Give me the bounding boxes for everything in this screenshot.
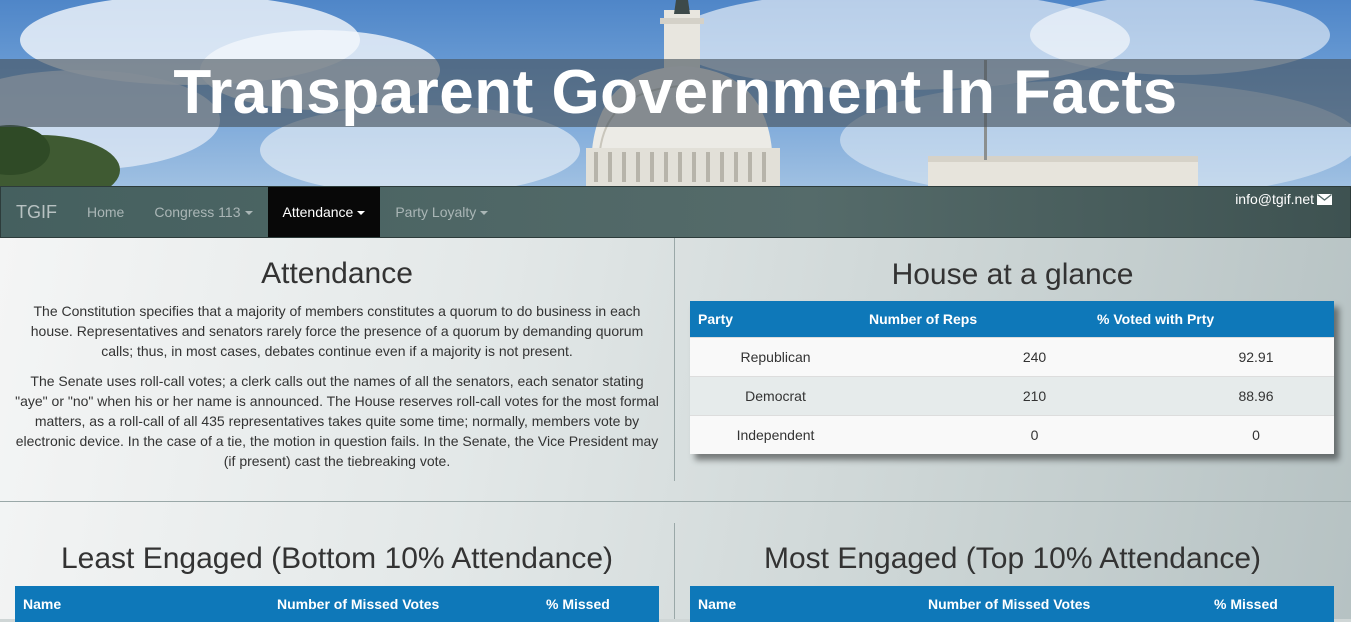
table-header-row: Name Number of Missed Votes % Missed (15, 586, 659, 622)
party-cell: Democrat (690, 376, 861, 416)
reps-cell: 210 (861, 376, 1089, 416)
chevron-down-icon (357, 211, 366, 216)
nav-congress-label: Congress 113 (154, 204, 241, 220)
pct-cell: 92.91 (1089, 337, 1334, 377)
column-header: Name (690, 586, 920, 622)
email-text: info@tgif.net (1235, 191, 1314, 207)
attendance-paragraph: The Senate uses roll-call votes; a clerk… (15, 373, 659, 469)
column-header: Number of Missed Votes (920, 586, 1206, 622)
chevron-down-icon (480, 211, 489, 216)
section-divider (0, 501, 1351, 502)
column-header: % Missed (538, 586, 659, 622)
attendance-paragraph: The Constitution specifies that a majori… (30, 303, 644, 359)
chevron-down-icon (244, 211, 253, 216)
nav-attendance-dropdown[interactable]: Attendance (267, 187, 381, 237)
column-header: % Missed (1206, 586, 1334, 622)
column-header: % Voted with Prty (1089, 301, 1334, 338)
table-row: Republican 240 92.91 (690, 337, 1334, 377)
pct-cell: 0 (1089, 415, 1334, 454)
nav-congress-dropdown[interactable]: Congress 113 (139, 187, 267, 237)
glance-table: Party Number of Reps % Voted with Prty R… (690, 301, 1334, 454)
nav-attendance-label: Attendance (282, 204, 354, 220)
header-banner: Transparent Government In Facts (0, 0, 1351, 186)
table-row: Independent 0 0 (690, 415, 1334, 454)
attendance-heading: Attendance (261, 257, 413, 290)
navbar: TGIF Home Congress 113 Attendance Party … (0, 186, 1351, 238)
least-engaged-heading: Least Engaged (Bottom 10% Attendance) (60, 542, 614, 575)
party-cell: Independent (690, 415, 861, 454)
column-header: Number of Reps (861, 301, 1089, 338)
column-header: Party (690, 301, 861, 338)
site-title: Transparent Government In Facts (173, 58, 1178, 127)
nav-party-loyalty-label: Party Loyalty (395, 204, 477, 220)
table-row: Democrat 210 88.96 (690, 376, 1334, 416)
party-cell: Republican (690, 337, 861, 377)
column-header: Name (15, 586, 269, 622)
least-engaged-table: Name Number of Missed Votes % Missed (15, 586, 659, 622)
glance-heading: House at a glance (891, 258, 1134, 291)
table-header-row: Name Number of Missed Votes % Missed (690, 586, 1334, 622)
column-header: Number of Missed Votes (269, 586, 538, 622)
most-engaged-heading: Most Engaged (Top 10% Attendance) (764, 542, 1261, 575)
envelope-icon (1317, 193, 1332, 205)
main-content: Attendance The Constitution specifies th… (0, 238, 1351, 622)
table-header-row: Party Number of Reps % Voted with Prty (690, 301, 1334, 338)
nav-party-loyalty-dropdown[interactable]: Party Loyalty (380, 187, 503, 237)
brand-link[interactable]: TGIF (1, 187, 72, 237)
reps-cell: 0 (861, 415, 1089, 454)
reps-cell: 240 (861, 337, 1089, 377)
pct-cell: 88.96 (1089, 376, 1334, 416)
email-link[interactable]: info@tgif.net (1235, 190, 1332, 208)
nav-home[interactable]: Home (72, 187, 139, 237)
most-engaged-table: Name Number of Missed Votes % Missed (690, 586, 1334, 622)
nav-home-label: Home (87, 204, 125, 220)
